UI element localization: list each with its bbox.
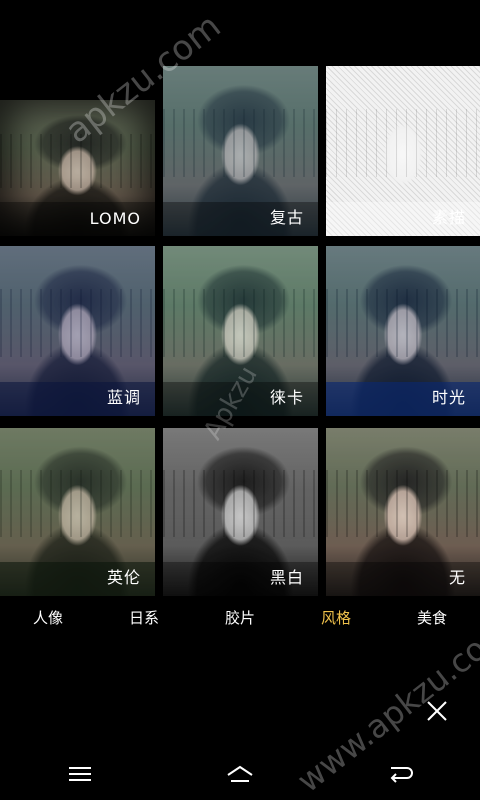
filter-tile-sketch[interactable]: 素描: [326, 66, 480, 236]
menu-icon: [69, 767, 91, 781]
home-button[interactable]: [210, 754, 270, 794]
filter-label: 时光: [431, 388, 466, 407]
filter-tile-blue[interactable]: 蓝调: [0, 246, 155, 416]
tab-portrait[interactable]: 人像: [25, 601, 71, 634]
filter-label: 蓝调: [106, 388, 141, 407]
filter-label: 徕卡: [269, 388, 304, 407]
filter-tile-time[interactable]: 时光: [326, 246, 480, 416]
filter-tile-retro[interactable]: 复古: [163, 66, 318, 236]
filter-label: 复古: [269, 208, 304, 227]
filter-label: 素描: [431, 208, 466, 227]
tab-japanese[interactable]: 日系: [121, 601, 167, 634]
close-button[interactable]: [420, 694, 454, 728]
filter-tile-leica[interactable]: 徕卡: [163, 246, 318, 416]
filter-label: 无: [448, 568, 466, 587]
filter-tile-british[interactable]: 英伦: [0, 428, 155, 596]
back-button[interactable]: [370, 754, 430, 794]
filter-tile-none[interactable]: 无: [326, 428, 480, 596]
close-icon: [427, 701, 447, 721]
category-tabs: 人像 日系 胶片 风格 美食: [0, 600, 480, 634]
filter-label: LOMO: [89, 209, 141, 228]
tab-film[interactable]: 胶片: [217, 601, 263, 634]
menu-button[interactable]: [50, 754, 110, 794]
filter-grid: LOMO 复古 素描 蓝调 徕卡 时光 英伦 黑白 无: [0, 0, 480, 600]
system-nav-bar: [0, 748, 480, 800]
filter-tile-lomo[interactable]: LOMO: [0, 100, 155, 236]
filter-label: 黑白: [269, 568, 304, 587]
tab-food[interactable]: 美食: [409, 601, 455, 634]
filter-label: 英伦: [106, 568, 141, 587]
filter-tile-bw[interactable]: 黑白: [163, 428, 318, 596]
tab-style[interactable]: 风格: [313, 601, 359, 634]
back-icon: [390, 767, 413, 783]
home-icon: [227, 765, 253, 782]
